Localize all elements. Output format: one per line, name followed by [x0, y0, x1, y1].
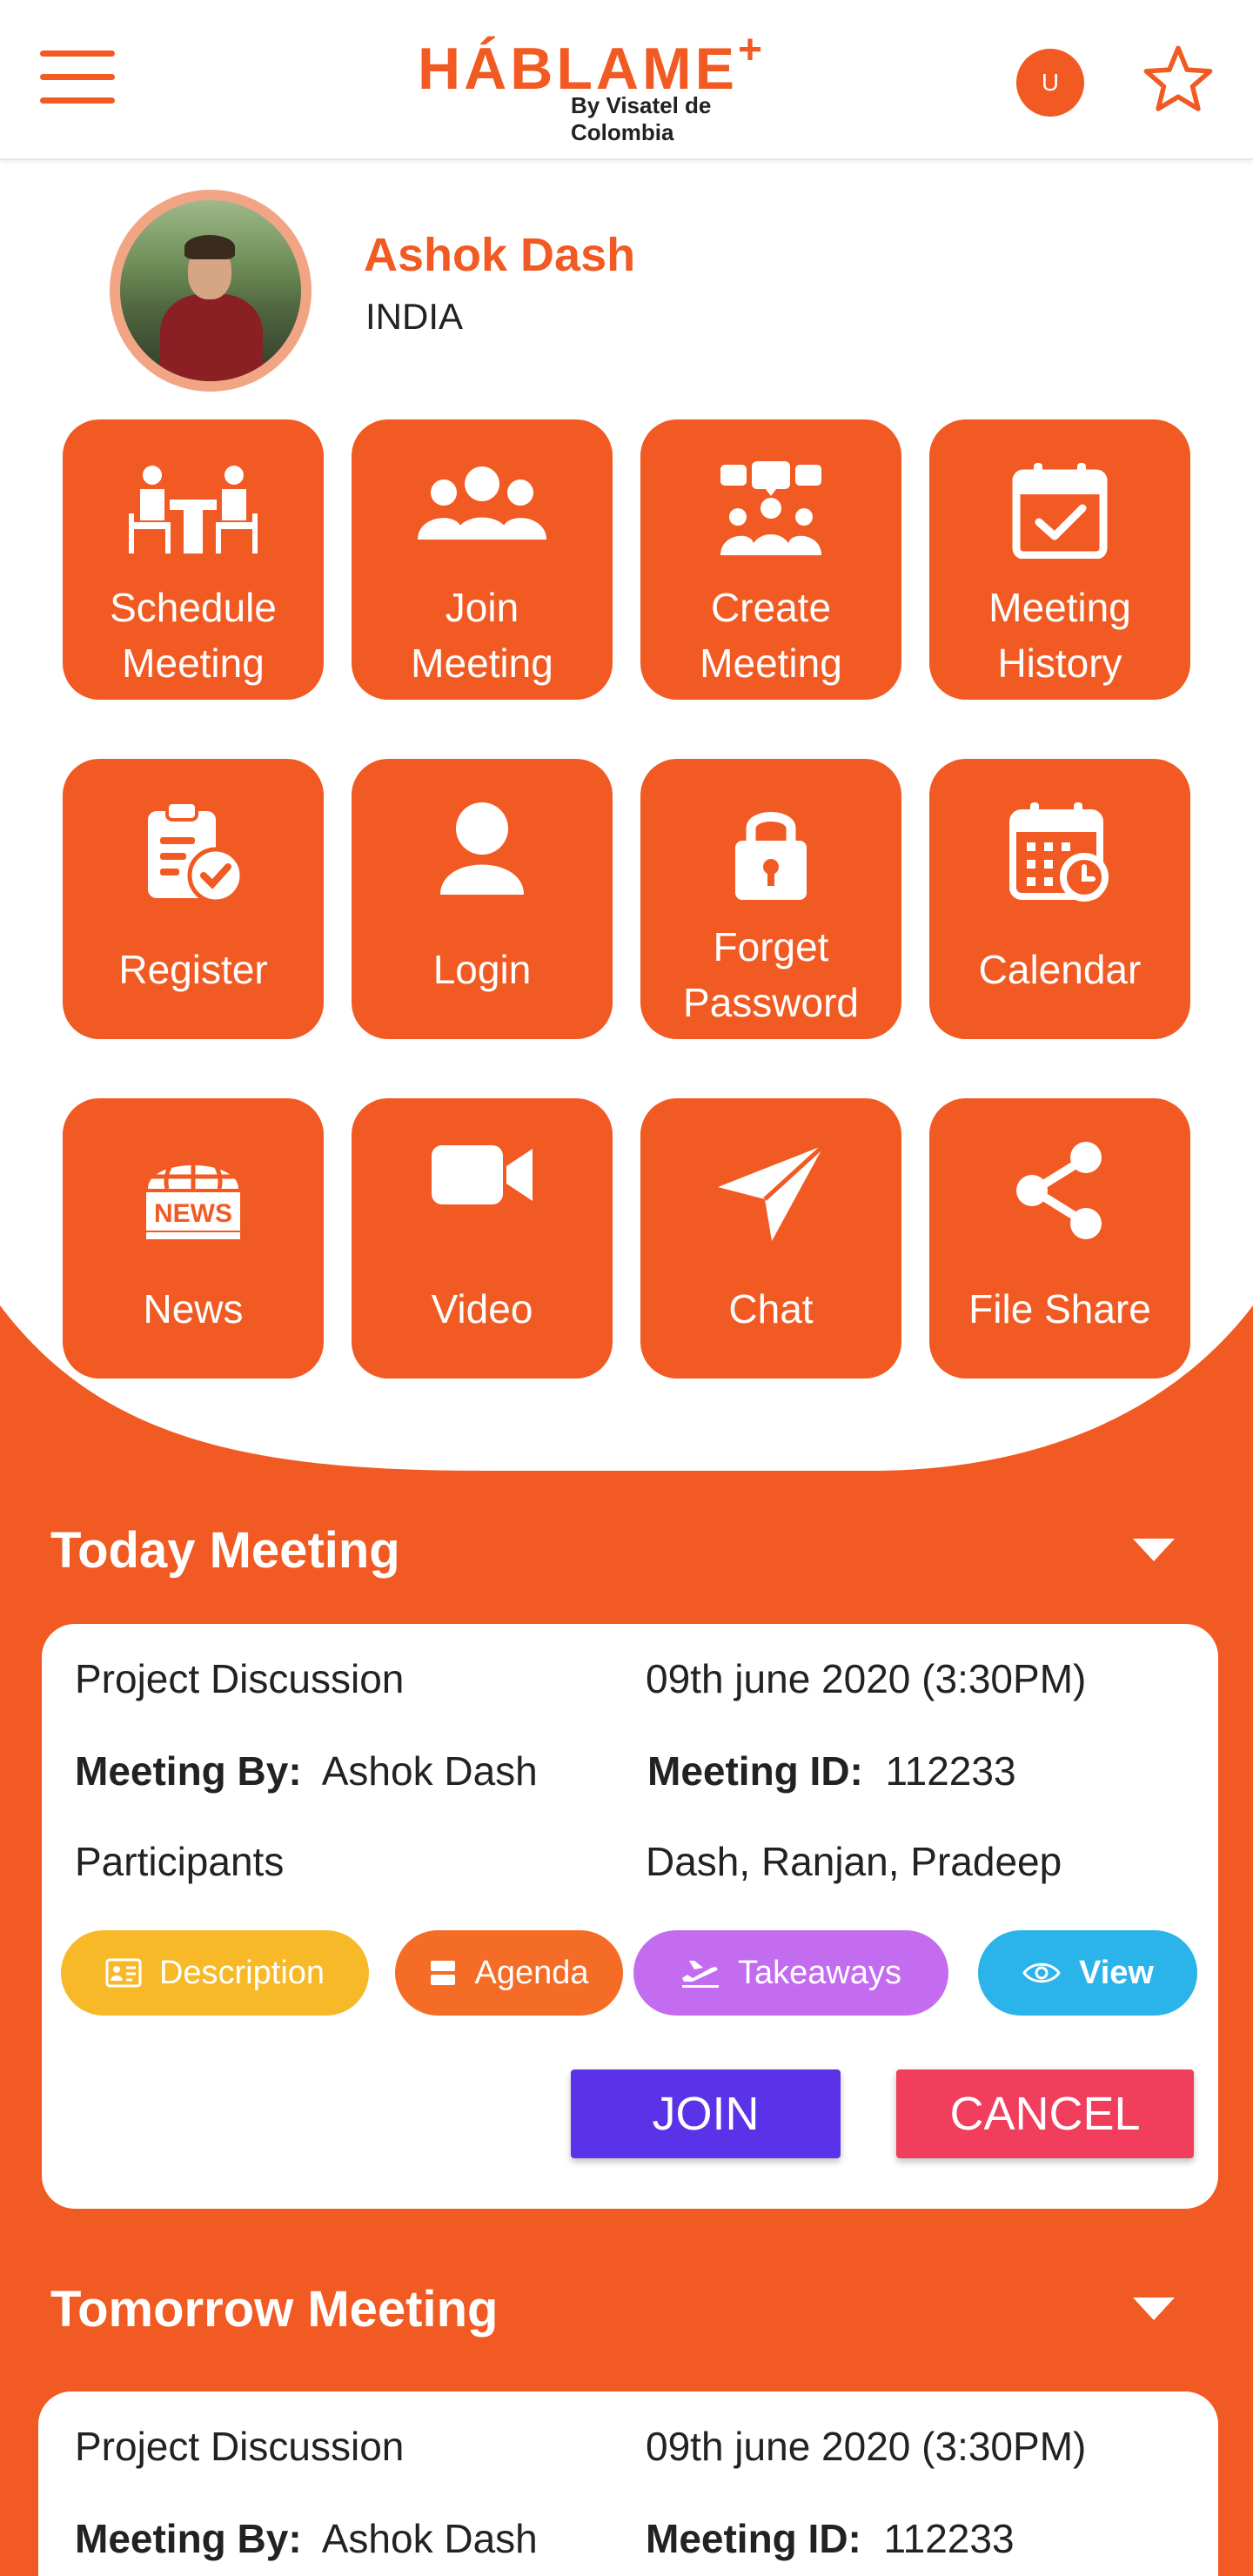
user-avatar[interactable]: U — [1016, 49, 1084, 117]
eye-icon — [1022, 1962, 1061, 1983]
agenda-pill[interactable]: Agenda — [395, 1930, 623, 2016]
tile-create-meeting[interactable]: Create Meeting — [640, 419, 901, 700]
tile-file-share[interactable]: File Share — [929, 1098, 1190, 1379]
airplane-takeoff-icon — [682, 1961, 719, 1988]
meeting-name: Project Discussion — [75, 2424, 405, 2469]
takeaways-pill[interactable]: Takeaways — [633, 1930, 948, 2016]
join-button[interactable]: JOIN — [571, 2070, 841, 2158]
agenda-icon — [431, 1961, 456, 1985]
calendar-check-icon — [1012, 463, 1108, 559]
meeting-id: Meeting ID: 112233 — [647, 1748, 1016, 1794]
group-chat-icon — [720, 461, 821, 555]
meeting-name: Project Discussion — [75, 1656, 405, 1701]
tile-register[interactable]: Register — [63, 759, 324, 1039]
participants-value: Dash, Ranjan, Pradeep — [646, 1839, 1062, 1884]
cancel-button[interactable]: CANCEL — [896, 2070, 1194, 2158]
clipboard-check-icon — [148, 801, 245, 904]
tile-forget-password[interactable]: Forget Password — [640, 759, 901, 1039]
svg-text:NEWS: NEWS — [154, 1199, 232, 1228]
meeting-id: Meeting ID: 112233 — [646, 2516, 1015, 2561]
participants-label: Participants — [75, 1839, 285, 1884]
send-icon — [718, 1144, 826, 1241]
meeting-people-icon — [129, 466, 258, 553]
star-icon[interactable] — [1140, 42, 1216, 118]
tile-chat[interactable]: Chat — [640, 1098, 901, 1379]
calendar-clock-icon — [1009, 802, 1109, 902]
meeting-by: Meeting By: Ashok Dash — [75, 2516, 538, 2561]
today-expand-caret-icon[interactable] — [1133, 1539, 1175, 1561]
tomorrow-meeting-title: Tomorrow Meeting — [50, 2281, 499, 2338]
tile-news[interactable]: NEWS News — [63, 1098, 324, 1379]
news-icon: NEWS — [146, 1157, 240, 1239]
meeting-by: Meeting By: Ashok Dash — [75, 1748, 538, 1794]
tile-login[interactable]: Login — [352, 759, 613, 1039]
video-icon — [432, 1145, 533, 1204]
today-meeting-title: Today Meeting — [50, 1522, 400, 1579]
group-icon — [418, 466, 546, 540]
tomorrow-expand-caret-icon[interactable] — [1133, 2298, 1175, 2320]
view-pill[interactable]: View — [978, 1930, 1197, 2016]
share-icon — [1016, 1142, 1102, 1239]
meeting-date: 09th june 2020 (3:30PM) — [646, 2424, 1087, 2469]
lock-icon — [735, 812, 807, 900]
tile-meeting-history[interactable]: Meeting History — [929, 419, 1190, 700]
user-icon — [440, 802, 524, 895]
menu-icon[interactable] — [40, 50, 117, 104]
tile-join-meeting[interactable]: Join Meeting — [352, 419, 613, 700]
id-card-icon — [105, 1958, 142, 1988]
tomorrow-meeting-card: Project Discussion 09th june 2020 (3:30P… — [38, 2392, 1218, 2576]
tile-schedule-meeting[interactable]: Schedule Meeting — [63, 419, 324, 700]
tile-calendar[interactable]: Calendar — [929, 759, 1190, 1039]
tile-video[interactable]: Video — [352, 1098, 613, 1379]
meeting-date: 09th june 2020 (3:30PM) — [646, 1656, 1087, 1701]
description-pill[interactable]: Description — [61, 1930, 369, 2016]
app-header: HÁBLAME + By Visatel de Colombia U — [0, 0, 1253, 160]
app-logo: HÁBLAME + By Visatel de Colombia — [418, 27, 763, 145]
menu-grid: Schedule Meeting Join Meeting Create Mee… — [0, 0, 1253, 1392]
